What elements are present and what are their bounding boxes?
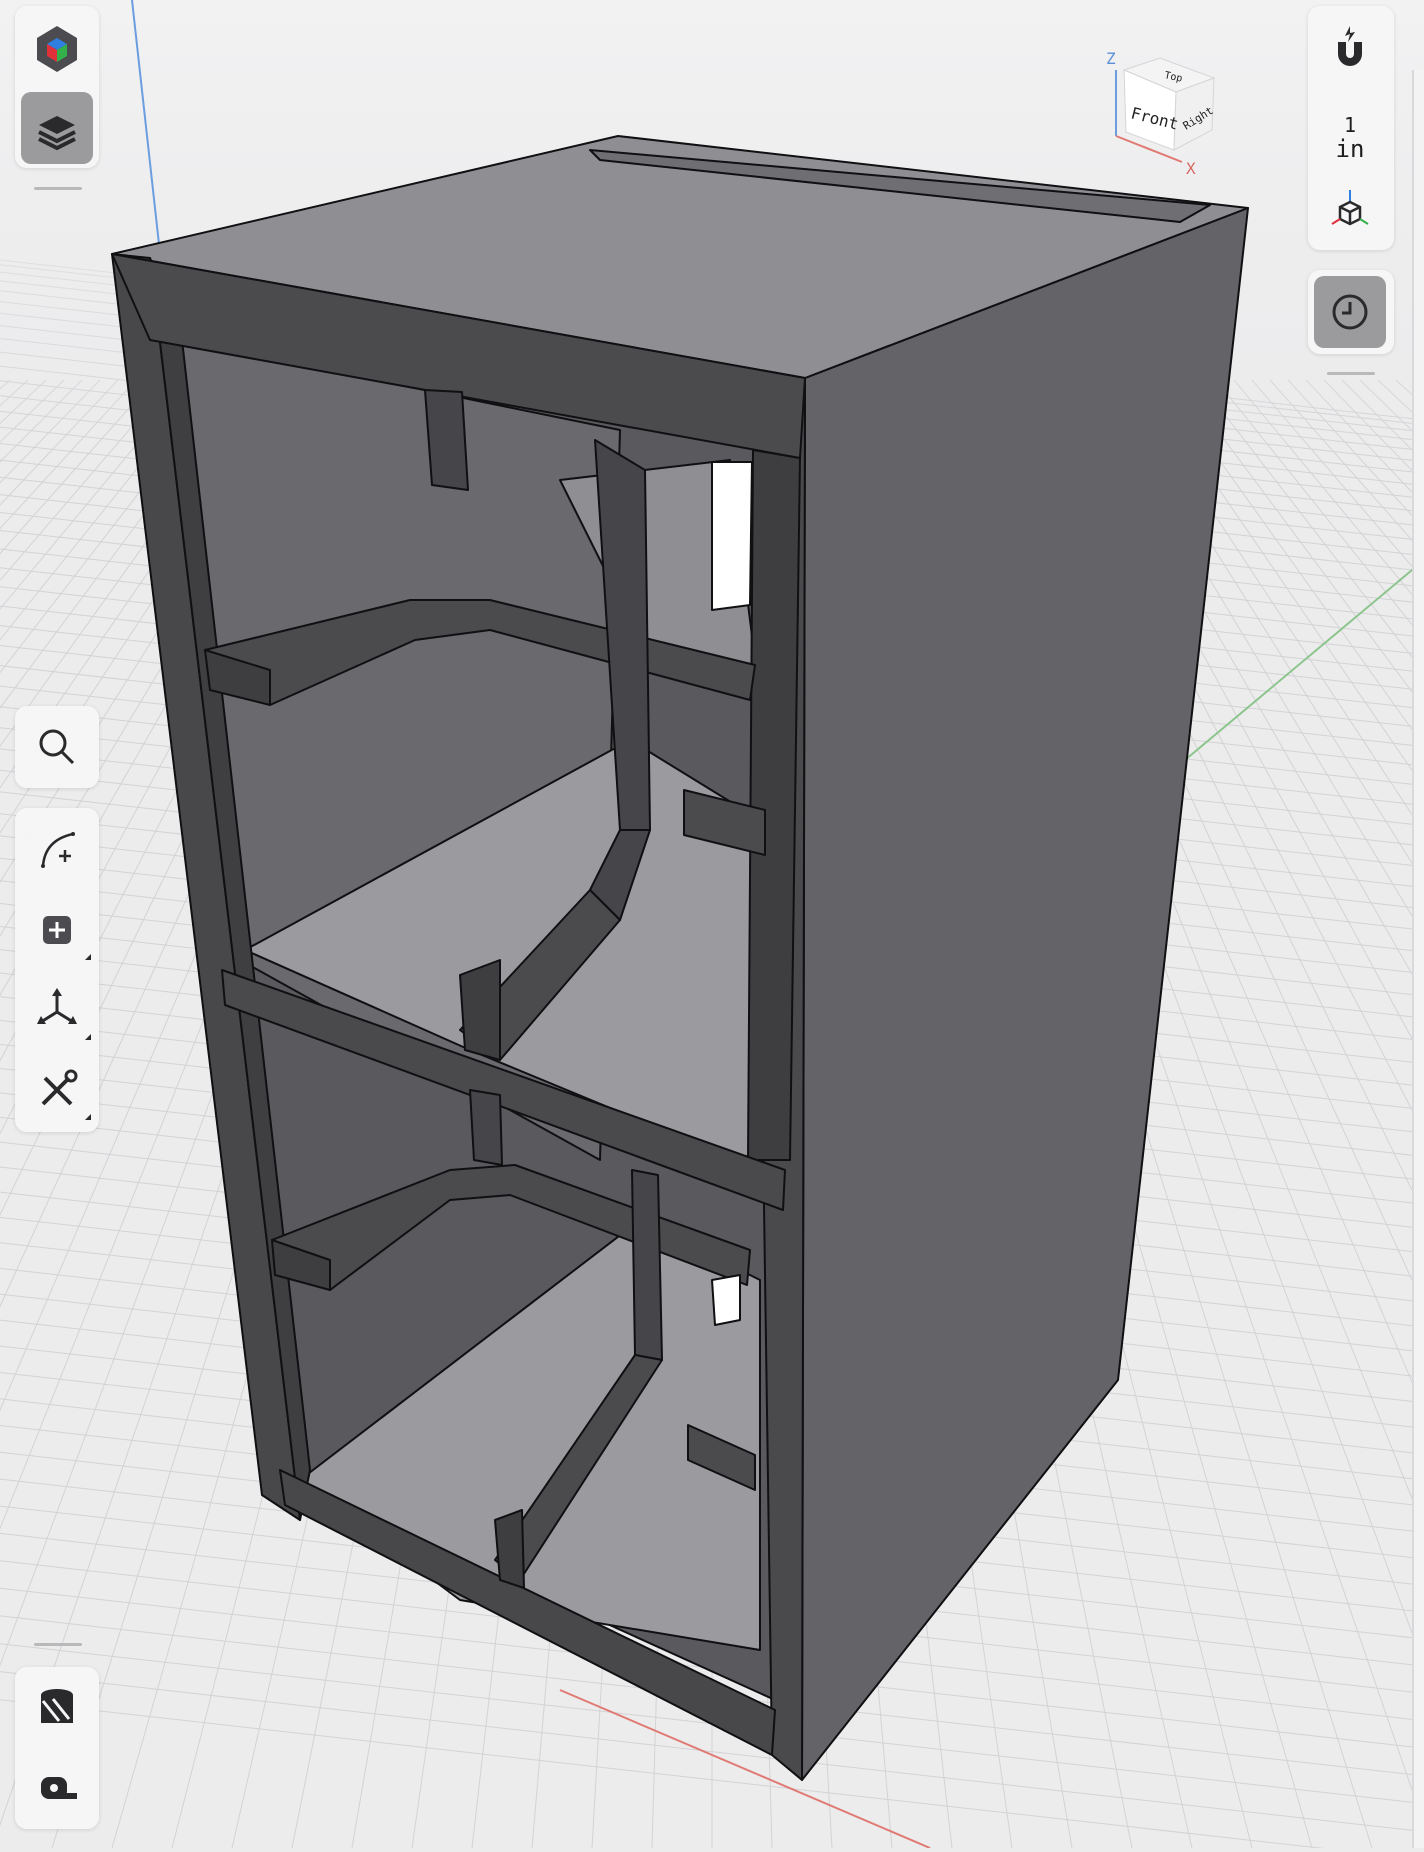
measure-tape-icon[interactable]: [21, 1753, 93, 1825]
right-toolbar: 1 in: [1308, 6, 1394, 250]
left-toolbar-divider-top: [34, 187, 82, 190]
view-gizmo-icon[interactable]: [1314, 174, 1386, 246]
upper-window: [711, 461, 753, 611]
right-panel-edge: [1412, 70, 1424, 1848]
history-toolbar: [1308, 270, 1394, 354]
view-cube-z-label: Z: [1106, 49, 1116, 68]
lower-post: [631, 1169, 663, 1361]
units-toggle[interactable]: 1 in: [1308, 113, 1392, 161]
left-toolbar-bottom: [15, 1667, 99, 1829]
3d-viewport[interactable]: [0, 0, 1424, 1852]
lower-bracket: [469, 1089, 503, 1166]
snap-magnet-icon[interactable]: [1314, 12, 1386, 84]
layers-icon[interactable]: [21, 92, 93, 164]
left-toolbar-tools: [15, 808, 99, 1132]
lower-gap: [711, 1274, 741, 1326]
view-cube-x-label: X: [1186, 159, 1196, 178]
upper-bracket: [424, 389, 469, 491]
upper-foot: [459, 959, 501, 1061]
search-icon[interactable]: [21, 711, 93, 783]
add-object-icon[interactable]: [21, 894, 93, 966]
history-clock-icon[interactable]: [1314, 276, 1386, 348]
tools-icon[interactable]: [21, 1054, 93, 1126]
view-cube[interactable]: Z X Top Front Right: [1090, 40, 1240, 190]
lower-foot: [494, 1509, 525, 1589]
transform-icon[interactable]: [21, 974, 93, 1046]
units-label: in: [1335, 135, 1365, 163]
right-stile-inner: [747, 449, 801, 1161]
right-toolbar-divider: [1327, 372, 1375, 375]
left-toolbar-top: [15, 6, 99, 168]
units-value: 1: [1343, 113, 1357, 137]
app-logo-icon[interactable]: [21, 12, 93, 84]
materials-icon[interactable]: [21, 1673, 93, 1745]
sketch-curve-icon[interactable]: [21, 814, 93, 886]
left-toolbar-divider-bottom: [34, 1643, 82, 1646]
search-toolbar: [15, 706, 99, 788]
model-scene[interactable]: [0, 0, 1424, 1852]
